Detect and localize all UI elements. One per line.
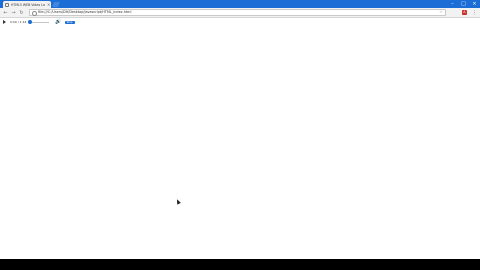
tab-title: HTML5 WEB Video Lab — [11, 2, 45, 7]
window-controls: – □ × — [447, 0, 480, 8]
page-info-icon[interactable] — [32, 11, 37, 16]
browser-tab[interactable]: HTML5 WEB Video Lab × — [3, 1, 51, 8]
extension-icon[interactable]: A — [462, 10, 467, 15]
bookmark-star-icon[interactable]: ☆ — [439, 10, 443, 15]
reload-button[interactable]: ↻ — [18, 9, 25, 17]
maximize-button[interactable]: □ — [458, 0, 469, 8]
tab-close-icon[interactable]: × — [47, 2, 50, 7]
mouse-cursor-icon — [175, 198, 181, 205]
browser-menu-icon[interactable]: ⋮ — [472, 9, 477, 17]
back-button[interactable]: ← — [2, 9, 9, 17]
new-tab-button[interactable] — [52, 2, 60, 7]
address-url[interactable]: file:///C:/Users/DH/Desktop/Javascript/H… — [38, 10, 131, 15]
browser-titlebar: HTML5 WEB Video Lab × – □ × — [0, 0, 480, 8]
seek-thumb[interactable] — [28, 20, 33, 24]
close-window-button[interactable]: × — [469, 0, 480, 8]
control-button[interactable]: Stop — [64, 20, 75, 24]
taskbar — [0, 259, 480, 270]
address-bar[interactable]: file:///C:/Users/DH/Desktop/Javascript/H… — [29, 9, 446, 16]
forward-button[interactable]: → — [10, 9, 17, 17]
video-controls: 0:00 / 1:14 🔊 Stop — [3, 19, 75, 25]
browser-toolbar: ← → ↻ file:///C:/Users/DH/Desktop/Javasc… — [0, 8, 480, 18]
volume-icon[interactable]: 🔊 — [55, 19, 61, 25]
minimize-button[interactable]: – — [447, 0, 458, 8]
seek-bar[interactable] — [28, 20, 50, 24]
page-favicon-icon — [5, 2, 9, 7]
play-icon[interactable] — [3, 20, 6, 24]
playback-time: 0:00 / 1:14 — [10, 20, 27, 24]
